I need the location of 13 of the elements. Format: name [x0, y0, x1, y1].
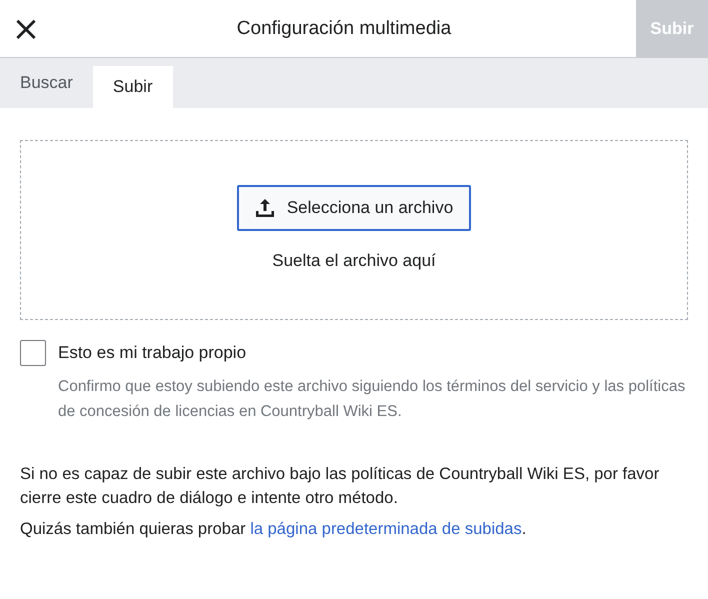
dialog-title: Configuración multimedia	[236, 18, 452, 40]
tab[interactable]: Buscar	[0, 58, 93, 108]
default-upload-link[interactable]: la página predeterminada de subidas	[250, 520, 522, 538]
drop-hint: Suelta el archivo aquí	[272, 250, 436, 270]
drop-zone[interactable]: Selecciona un archivo Suelta el archivo aquí	[20, 140, 688, 320]
close-button[interactable]: ×	[0, 0, 52, 57]
notice-text: Si no es capaz de subir este archivo bajo las políticas de Countryball Wiki ES, por favor cierre este cuadro de diálogo e intente otro método.	[20, 464, 660, 509]
alternative-text: Quizás también quieras probar la página predeterminada de subidas.	[20, 519, 528, 540]
checkbox[interactable]	[20, 340, 46, 366]
help-text: Confirmo que estoy subiendo este archivo siguiendo los términos del servicio y las políticas de concesión de licencias en Countryball Wiki ES.	[58, 377, 686, 422]
select-file-button[interactable]: Selecciona un archivo	[236, 184, 472, 230]
checkbox-label: Esto es mi trabajo propio	[58, 343, 246, 363]
tab[interactable]: Subir	[92, 66, 173, 108]
